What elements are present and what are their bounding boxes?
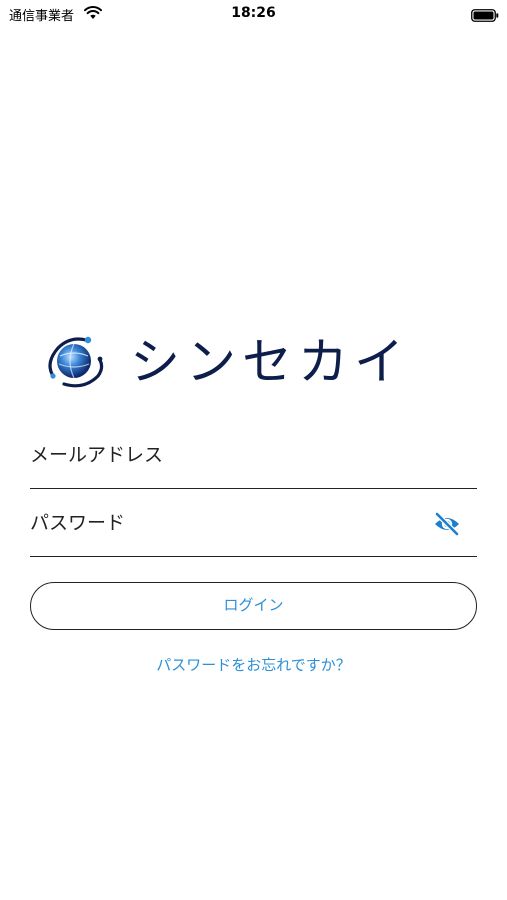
globe-orbit-logo-icon (44, 332, 108, 392)
clock: 18:26 (231, 5, 276, 21)
eye-slash-icon[interactable] (432, 509, 462, 539)
password-input[interactable] (30, 500, 420, 546)
forgot-password-link[interactable]: パスワードをお忘れですか？ (0, 654, 507, 675)
status-bar: 通信事業者 18:26 (0, 0, 507, 30)
battery-icon (471, 7, 499, 22)
password-field (30, 500, 477, 557)
logo-wordmark: シンセカイ (130, 333, 410, 391)
login-button[interactable]: ログイン (30, 582, 477, 630)
app-logo: シンセカイ (44, 330, 444, 396)
email-field (30, 432, 477, 489)
email-input[interactable] (30, 432, 420, 478)
